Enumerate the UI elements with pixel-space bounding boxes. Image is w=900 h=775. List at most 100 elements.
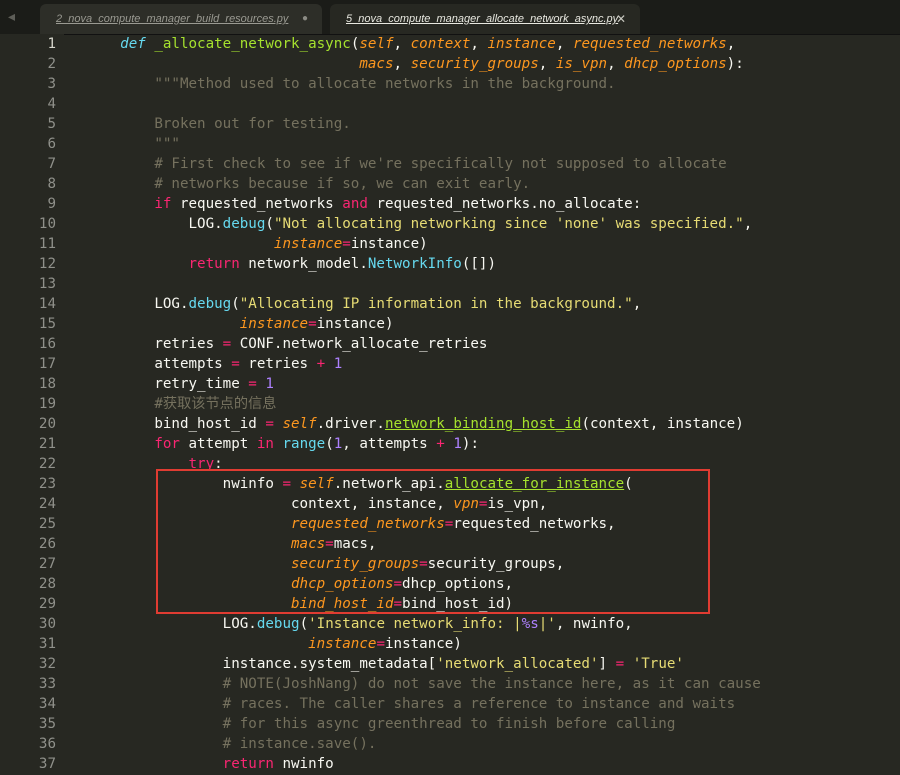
code-token: = <box>308 316 317 332</box>
code-token: # races. The caller shares a reference t… <box>222 696 736 712</box>
line-number: 7 <box>47 156 56 172</box>
code-token: 'True' <box>632 656 684 672</box>
code-line[interactable]: LOG.debug("Allocating IP information in … <box>86 294 641 314</box>
code-line[interactable]: # networks because if so, we can exit ea… <box>86 174 530 194</box>
code-token: = <box>231 356 240 372</box>
code-token: , <box>538 56 556 72</box>
code-line[interactable]: instance.system_metadata['network_alloca… <box>86 654 684 674</box>
code-token: and <box>342 196 368 212</box>
code-token: 'network_allocated' <box>436 656 599 672</box>
code-token: %s <box>521 616 539 632</box>
code-token: range <box>282 436 326 452</box>
code-token: 1 <box>333 436 343 452</box>
code-token: dhcp_options <box>624 56 727 72</box>
code-token: ([]) <box>461 256 497 272</box>
code-line[interactable]: return network_model.NetworkInfo([]) <box>86 254 497 274</box>
code-token: instance) <box>316 316 394 332</box>
code-token: Broken out for testing. <box>154 116 351 132</box>
code-token: instance <box>487 36 556 52</box>
line-number: 30 <box>38 616 56 632</box>
code-line[interactable]: # NOTE(JoshNang) do not save the instanc… <box>86 674 761 694</box>
chevron-left-icon[interactable]: ◂ <box>8 10 22 24</box>
code-token: instance.system_metadata[ <box>86 656 437 672</box>
code-token: , <box>743 216 753 232</box>
code-line[interactable]: if requested_networks and requested_netw… <box>86 194 641 214</box>
code-token: in <box>256 436 274 452</box>
code-token: = <box>265 416 274 432</box>
line-number: 33 <box>38 676 56 692</box>
tab-allocate-network-async[interactable]: 5_nova_compute_manager_allocate_network_… <box>330 4 640 34</box>
code-line[interactable]: # races. The caller shares a reference t… <box>86 694 736 714</box>
code-token: + <box>436 436 445 452</box>
code-line[interactable]: return nwinfo <box>86 754 334 774</box>
close-icon[interactable]: ✕ <box>616 4 626 34</box>
code-line[interactable]: retry_time = 1 <box>86 374 274 394</box>
code-token: for <box>154 436 180 452</box>
code-line[interactable]: """ <box>86 134 180 154</box>
code-token: 1 <box>333 356 343 372</box>
code-line[interactable]: attempts = retries + 1 <box>86 354 342 374</box>
code-line[interactable]: """Method used to allocate networks in t… <box>86 74 615 94</box>
line-number: 11 <box>38 236 56 252</box>
code-line[interactable]: # for this async greenthread to finish b… <box>86 714 676 734</box>
code-token: ): <box>726 56 744 72</box>
code-line[interactable]: #获取该节点的信息 <box>86 394 276 414</box>
code-line[interactable]: LOG.debug("Not allocating networking sin… <box>86 214 752 234</box>
tab-build-resources[interactable]: 2_nova_compute_manager_build_resources.p… <box>40 4 322 34</box>
code-token: instance <box>308 636 377 652</box>
code-token: network_binding_host_id <box>384 416 582 432</box>
line-number: 31 <box>38 636 56 652</box>
code-line[interactable]: instance=instance) <box>86 234 428 254</box>
code-token: instance) <box>384 636 462 652</box>
code-token: # instance.save(). <box>222 736 377 752</box>
code-token: if <box>154 196 172 212</box>
code-token: CONF.network_allocate_retries <box>231 336 488 352</box>
code-token: = <box>615 656 625 672</box>
code-token: requested_networks <box>171 196 343 212</box>
code-token: , attempts <box>342 436 437 452</box>
code-token: self <box>359 36 394 52</box>
code-token: , <box>393 56 411 72</box>
line-number: 8 <box>47 176 56 192</box>
tab-bar: ◂ 2_nova_compute_manager_build_resources… <box>0 0 900 35</box>
code-token: # for this async greenthread to finish b… <box>222 716 676 732</box>
code-token: _allocate_network_async <box>154 36 351 52</box>
code-line[interactable]: # instance.save(). <box>86 734 377 754</box>
code-line[interactable]: Broken out for testing. <box>86 114 351 134</box>
line-number: 5 <box>47 116 56 132</box>
code-token: attempts <box>86 356 232 372</box>
line-number: 9 <box>47 196 56 212</box>
code-token: #获取该节点的信息 <box>154 396 277 412</box>
code-token: instance) <box>350 236 428 252</box>
code-token: retries <box>239 356 317 372</box>
code-line[interactable]: def _allocate_network_async(self, contex… <box>86 34 735 54</box>
line-number: 26 <box>38 536 56 552</box>
code-line[interactable]: for attempt in range(1, attempts + 1): <box>86 434 479 454</box>
code-token: is_vpn <box>555 56 608 72</box>
code-line[interactable]: # First check to see if we're specifical… <box>86 154 726 174</box>
line-number: 23 <box>38 476 56 492</box>
modified-dot-icon[interactable]: ● <box>302 4 308 34</box>
code-line[interactable]: instance=instance) <box>86 314 394 334</box>
code-token: attempt <box>179 436 257 452</box>
line-number: 29 <box>38 596 56 612</box>
code-token: LOG. <box>86 616 257 632</box>
line-number: 27 <box>38 556 56 572</box>
code-line[interactable]: instance=instance) <box>86 634 462 654</box>
code-line[interactable]: macs, security_groups, is_vpn, dhcp_opti… <box>86 54 744 74</box>
code-line[interactable]: retries = CONF.network_allocate_retries <box>86 334 487 354</box>
line-number: 22 <box>38 456 56 472</box>
code-token: ( <box>325 436 334 452</box>
line-number: 28 <box>38 576 56 592</box>
code-line[interactable]: LOG.debug('Instance network_info: |%s|',… <box>86 614 633 634</box>
code-token: security_groups <box>410 56 539 72</box>
code-line[interactable]: bind_host_id = self.driver.network_bindi… <box>86 414 743 434</box>
